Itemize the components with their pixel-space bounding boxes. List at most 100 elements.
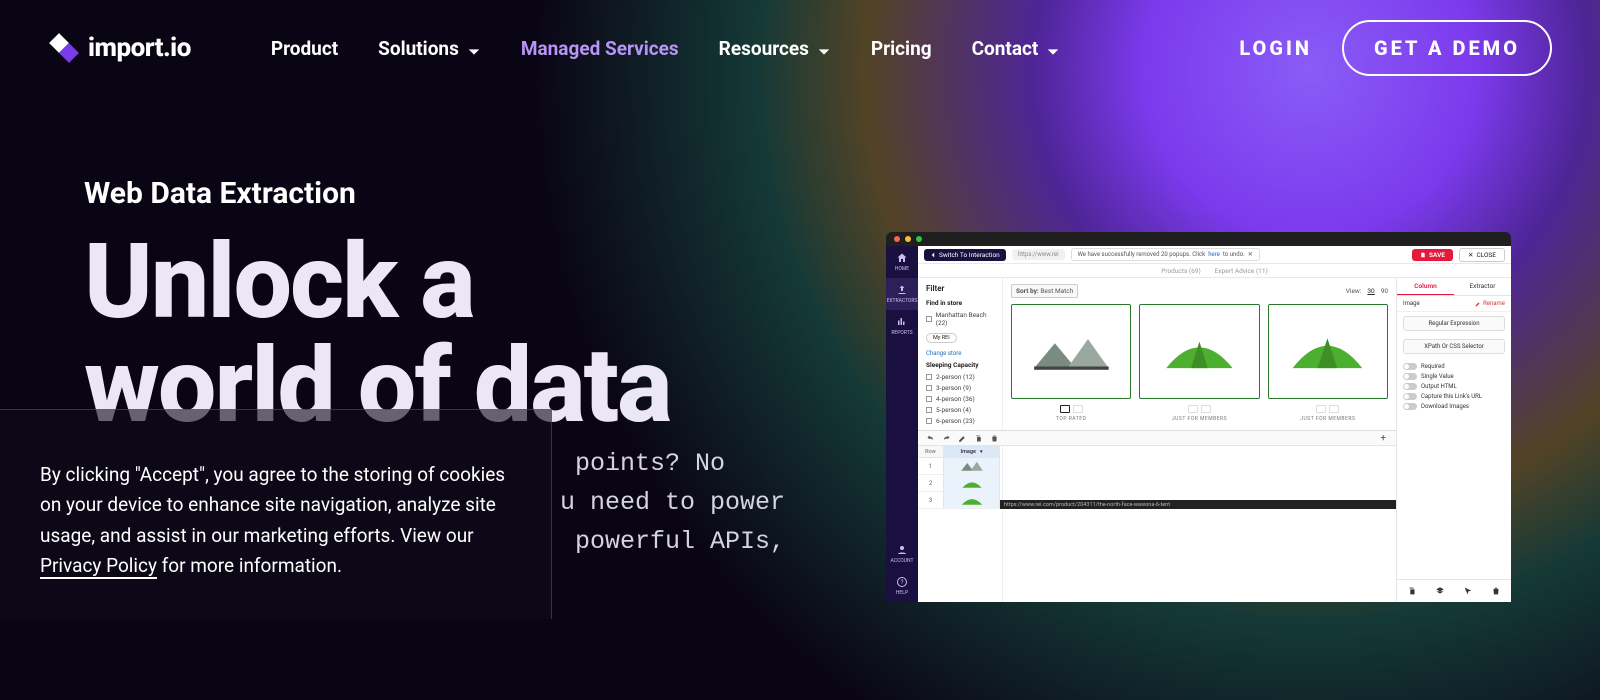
myrei-pill[interactable]: My REI [926, 333, 957, 343]
hero-eyebrow: Web Data Extraction [84, 176, 1600, 211]
image-cell[interactable] [944, 458, 999, 475]
swatch-group[interactable] [1060, 405, 1083, 413]
product-card[interactable] [1268, 304, 1388, 399]
brand-logo[interactable]: import.io [48, 32, 191, 64]
app-topbar: Switch To Interaction https://www.rei We… [918, 246, 1511, 264]
view-30[interactable]: 30 [1367, 287, 1374, 295]
window-min-icon [905, 236, 911, 242]
row-num: 3 [918, 492, 943, 509]
capture-url-toggle[interactable]: Capture this Link's URL [1403, 393, 1505, 400]
sidebar-item-extractors[interactable]: EXTRACTORS [886, 278, 918, 310]
close-icon[interactable]: ✕ [1248, 251, 1253, 258]
app-main: Switch To Interaction https://www.rei We… [918, 246, 1511, 602]
view-90[interactable]: 90 [1381, 287, 1388, 295]
svg-text:?: ? [901, 579, 904, 586]
swatch-group[interactable] [1316, 405, 1339, 413]
nav-right: LOGIN GET A DEMO [1239, 20, 1552, 76]
chevron-down-icon [467, 41, 481, 55]
nav-pricing[interactable]: Pricing [871, 37, 932, 60]
sidebar-item-help[interactable]: ? HELP [886, 570, 918, 602]
hero-subcopy: points? No u need to power powerful APIs… [560, 445, 785, 561]
url-box[interactable]: https://www.rei [1012, 249, 1065, 260]
cap-row[interactable]: 2-person (12) [926, 373, 994, 381]
content-tabs: Products (69) Expert Advice (11) [918, 264, 1511, 278]
view-label: View: [1346, 287, 1362, 295]
tent-icon [1158, 326, 1241, 377]
tab-column[interactable]: Column [1397, 278, 1454, 295]
change-store-link[interactable]: Change store [926, 350, 994, 357]
home-icon [896, 252, 908, 264]
cap-row[interactable]: 5-person (4) [926, 406, 994, 414]
nav-resources[interactable]: Resources [719, 37, 831, 60]
panel-action-icons [1397, 579, 1511, 602]
sort-select[interactable]: Sort by: Best Match [1011, 284, 1078, 298]
xpath-button[interactable]: XPath Or CSS Selector [1403, 339, 1505, 354]
get-demo-button[interactable]: GET A DEMO [1342, 20, 1552, 76]
login-link[interactable]: LOGIN [1239, 36, 1312, 60]
save-button[interactable]: SAVE [1412, 249, 1453, 261]
tab-advice[interactable]: Expert Advice (11) [1215, 267, 1268, 275]
swatch-row: TOP RATED JUST FOR MEMBERS JUST FOR MEMB… [1011, 405, 1388, 422]
cookie-text-after: for more information. [157, 554, 342, 577]
nav-managed-services[interactable]: Managed Services [521, 37, 679, 60]
primary-nav: Product Solutions Managed Services Resou… [271, 37, 1060, 60]
preview-table: Row 1 2 3 Image▾ [918, 446, 1396, 509]
swatch-group[interactable] [1188, 405, 1211, 413]
data-preview: + Row 1 2 3 Image▾ [918, 430, 1396, 492]
sort-bar: Sort by: Best Match View: 30 90 [1011, 284, 1388, 298]
download-images-toggle[interactable]: Download Images [1403, 403, 1505, 410]
image-cell[interactable] [944, 492, 999, 509]
extractor-panel: Column Extractor Image Rename Regular Ex… [1396, 278, 1511, 602]
nav-solutions[interactable]: Solutions [378, 37, 481, 60]
regex-button[interactable]: Regular Expression [1403, 316, 1505, 331]
row-num: 1 [918, 458, 943, 475]
switch-interaction-button[interactable]: Switch To Interaction [924, 249, 1006, 261]
top-nav: import.io Product Solutions Managed Serv… [0, 0, 1600, 96]
sidebar-item-account[interactable]: ACCOUNT [886, 538, 918, 570]
logo-mark-icon [48, 32, 80, 64]
required-toggle[interactable]: Required [1403, 363, 1505, 370]
rename-button[interactable]: Rename [1475, 300, 1505, 307]
cap-row[interactable]: 6-person (23) [926, 417, 994, 425]
store-checkbox-row[interactable]: Manhattan Beach (22) [926, 311, 994, 327]
redo-button[interactable] [938, 431, 954, 445]
close-button[interactable]: ✕ CLOSE [1459, 248, 1505, 262]
nav-contact[interactable]: Contact [972, 37, 1061, 60]
window-max-icon [916, 236, 922, 242]
cap-row[interactable]: 4-person (36) [926, 395, 994, 403]
nav-product[interactable]: Product [271, 37, 338, 60]
copy-button[interactable] [970, 431, 986, 445]
product-screenshot: HOME EXTRACTORS REPORTS ACCOUNT ? HELP [886, 232, 1511, 602]
add-column-button[interactable]: + [1374, 433, 1392, 444]
undo-button[interactable] [922, 431, 938, 445]
tab-extractor[interactable]: Extractor [1454, 278, 1511, 295]
pointer-icon[interactable] [1463, 586, 1473, 596]
product-card[interactable] [1139, 304, 1259, 399]
capacity-title: Sleeping Capacity [926, 361, 994, 369]
tab-products[interactable]: Products (69) [1161, 267, 1201, 275]
cap-row[interactable]: 3-person (9) [926, 384, 994, 392]
x-icon: ✕ [1468, 251, 1473, 259]
app-sidebar: HOME EXTRACTORS REPORTS ACCOUNT ? HELP [886, 246, 918, 602]
privacy-policy-link[interactable]: Privacy Policy [40, 554, 157, 579]
product-card[interactable] [1011, 304, 1131, 399]
notice-undo-link[interactable]: here [1208, 251, 1220, 258]
copy-icon[interactable] [1407, 586, 1417, 596]
status-path: https://www.rei.com/product/204311/the-n… [1000, 500, 1396, 509]
tent-icon [1286, 326, 1369, 377]
delete-button[interactable] [986, 431, 1002, 445]
brand-name: import.io [88, 33, 191, 63]
edit-button[interactable] [954, 431, 970, 445]
image-cell[interactable] [944, 475, 999, 492]
layers-icon[interactable] [1435, 586, 1445, 596]
trash-icon[interactable] [1491, 586, 1501, 596]
single-value-toggle[interactable]: Single Value [1403, 373, 1505, 380]
output-html-toggle[interactable]: Output HTML [1403, 383, 1505, 390]
col-image-header[interactable]: Image▾ [944, 446, 999, 458]
sidebar-item-reports[interactable]: REPORTS [886, 310, 918, 342]
checkbox-icon [926, 316, 932, 322]
cookie-text: By clicking "Accept", you agree to the s… [40, 463, 505, 547]
image-field-row: Image Rename [1397, 296, 1511, 312]
disk-icon [1420, 252, 1426, 258]
sidebar-item-home[interactable]: HOME [886, 246, 918, 278]
